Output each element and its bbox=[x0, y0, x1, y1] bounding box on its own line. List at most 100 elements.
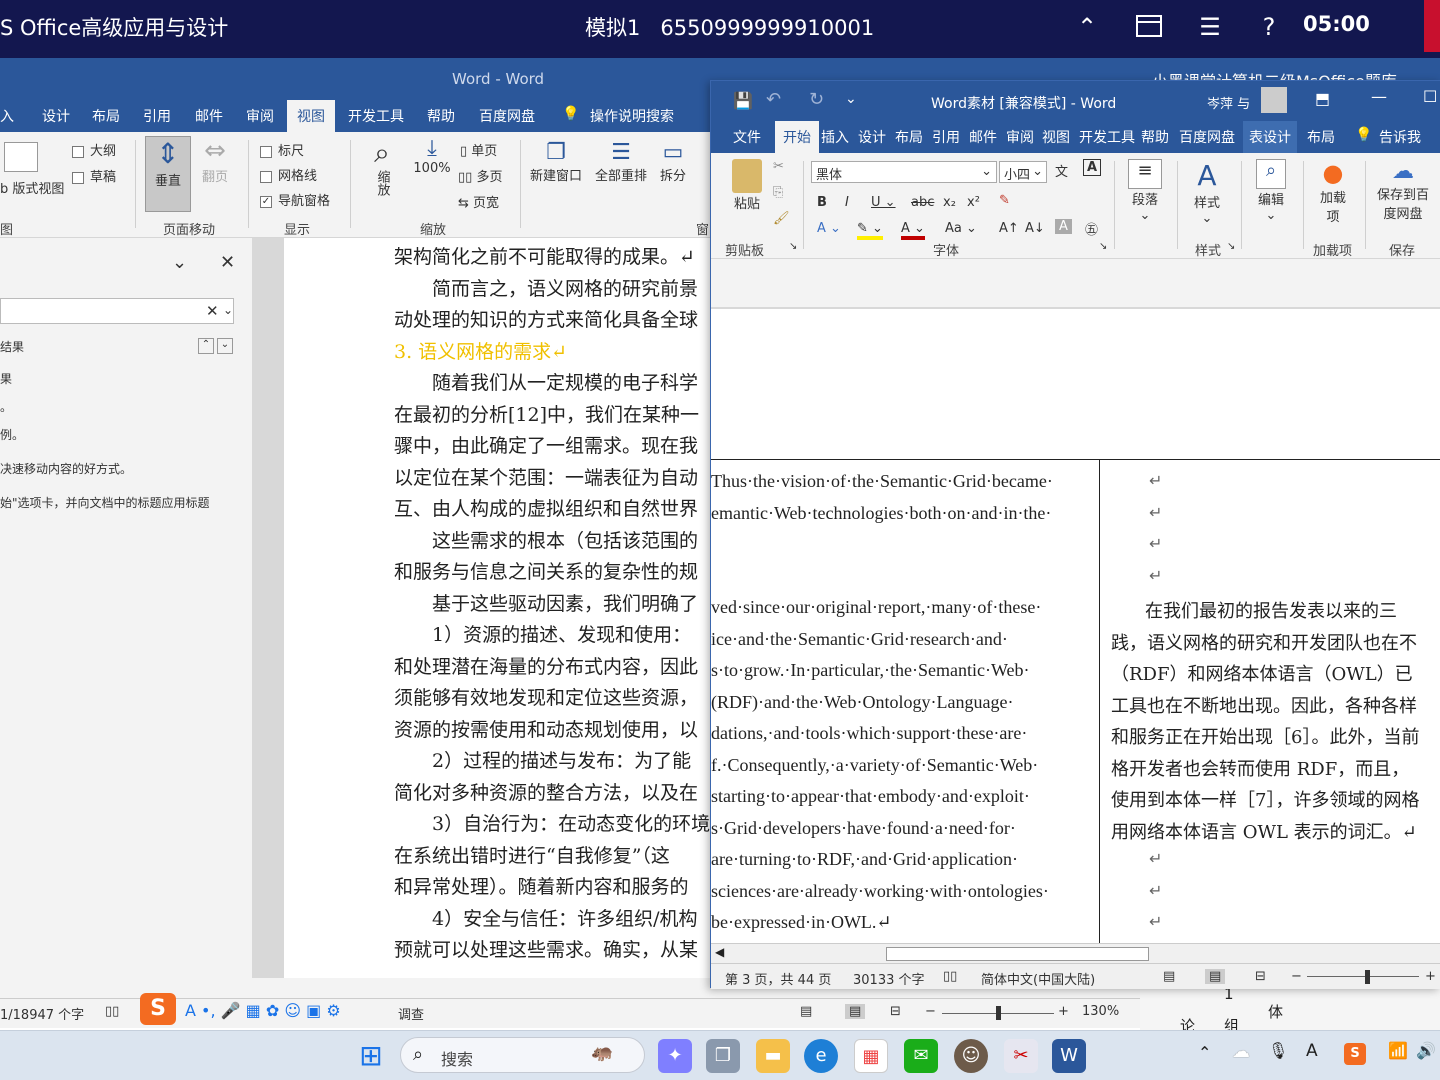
tab-table-design[interactable]: 表设计 bbox=[1243, 121, 1297, 153]
word-icon[interactable]: W bbox=[1052, 1039, 1086, 1073]
web-layout-icon[interactable] bbox=[4, 142, 38, 172]
superscript-button[interactable]: x² bbox=[967, 195, 980, 210]
task-view-icon[interactable]: ❐ bbox=[706, 1039, 740, 1073]
tab-references[interactable]: 引用 bbox=[143, 106, 171, 126]
lightbulb-icon[interactable]: 💡 bbox=[562, 106, 579, 122]
italic-button[interactable]: I bbox=[845, 195, 849, 210]
tab-developer[interactable]: 开发工具 bbox=[348, 106, 404, 126]
wifi-icon[interactable]: 📶 bbox=[1388, 1041, 1408, 1060]
copilot-icon[interactable]: ✦ bbox=[658, 1039, 692, 1073]
zoom-slider-thumb[interactable] bbox=[996, 1006, 1001, 1020]
chevron-up-icon[interactable]: ⌃ bbox=[1198, 1043, 1211, 1062]
font-icon[interactable]: A bbox=[1306, 1041, 1318, 1061]
tab-mailings[interactable]: 邮件 bbox=[969, 127, 997, 147]
undo-icon[interactable]: ↶ bbox=[766, 89, 781, 110]
chevron-down-icon[interactable]: ⌄ bbox=[172, 252, 187, 273]
scroll-thumb[interactable] bbox=[886, 947, 1149, 961]
highlight-button[interactable]: ✎ ⌄ bbox=[857, 221, 883, 240]
read-mode-icon[interactable]: ▤ bbox=[800, 1004, 812, 1019]
change-case-button[interactable]: Aa ⌄ bbox=[945, 221, 977, 236]
tell-me-search[interactable]: 操作说明搜索 bbox=[590, 106, 674, 126]
addins-button[interactable]: ● 加载项 bbox=[1311, 159, 1355, 225]
tell-me-search[interactable]: 告诉我 bbox=[1379, 127, 1421, 147]
book-icon[interactable]: ▯▯ bbox=[105, 1004, 119, 1019]
format-painter-icon[interactable]: 🖌 bbox=[773, 211, 790, 226]
arrange-all-button[interactable]: ☰ 全部重排 bbox=[595, 140, 647, 184]
next-result-icon[interactable]: ⌄ bbox=[217, 338, 233, 354]
vertical-button[interactable]: ⇕ 垂直 bbox=[145, 136, 191, 212]
zoom-level[interactable]: 130% bbox=[1082, 1004, 1119, 1019]
char-border-icon[interactable]: A bbox=[1083, 159, 1102, 176]
dialog-launcher-icon[interactable]: ↘ bbox=[1227, 241, 1235, 252]
multi-page-button[interactable]: ▯▯ 多页 bbox=[458, 166, 502, 185]
tab-layout[interactable]: 布局 bbox=[92, 106, 120, 126]
draft-button[interactable]: 草稿 bbox=[72, 166, 116, 185]
side-to-side-button[interactable]: ⇔ 翻页 bbox=[200, 136, 230, 185]
page-count[interactable]: 第 3 页，共 44 页 bbox=[725, 969, 831, 988]
mic-icon[interactable]: 🎙 bbox=[1268, 1041, 1288, 1060]
cloud-icon[interactable]: ☁ bbox=[1232, 1041, 1250, 1062]
tab-view[interactable]: 视图 bbox=[287, 100, 335, 132]
web-layout-icon[interactable]: ⊟ bbox=[890, 1004, 901, 1019]
tab-references[interactable]: 引用 bbox=[932, 127, 960, 147]
language[interactable]: 简体中文(中国大陆) bbox=[981, 969, 1095, 988]
tab-home[interactable]: 开始 bbox=[775, 121, 819, 153]
grow-font-icon[interactable]: A↑ bbox=[999, 221, 1019, 236]
zoom-out-icon[interactable]: − bbox=[925, 1004, 936, 1019]
window-icon[interactable] bbox=[1132, 10, 1166, 44]
lightbulb-icon[interactable]: 💡 bbox=[1355, 127, 1372, 143]
copy-icon[interactable]: ⎘ bbox=[773, 185, 783, 200]
zoom-in-icon[interactable]: + bbox=[1058, 1004, 1069, 1019]
font-color-button[interactable]: A ⌄ bbox=[901, 221, 925, 240]
strikethrough-button[interactable]: abc bbox=[911, 195, 934, 210]
zoom-button[interactable]: ⌕ 缩放 bbox=[362, 136, 402, 196]
scroll-left-icon[interactable]: ◀ bbox=[715, 945, 724, 959]
sogou-ime-icon[interactable]: S bbox=[140, 993, 176, 1025]
tab-mailings[interactable]: 邮件 bbox=[195, 106, 223, 126]
editing-button[interactable]: ⌕ 编辑 ⌄ bbox=[1249, 159, 1293, 223]
dialog-launcher-icon[interactable]: ↘ bbox=[1099, 241, 1107, 252]
snipping-icon[interactable]: ✂ bbox=[1004, 1039, 1038, 1073]
wechat-icon[interactable]: ✉ bbox=[904, 1039, 938, 1073]
list-icon[interactable]: ☰ bbox=[1193, 10, 1227, 44]
book-icon[interactable]: ▯▯ bbox=[943, 969, 957, 984]
tab-review[interactable]: 审阅 bbox=[246, 106, 274, 126]
save-icon[interactable]: 💾 bbox=[733, 91, 753, 110]
tab-help[interactable]: 帮助 bbox=[1141, 127, 1169, 147]
tab-design[interactable]: 设计 bbox=[858, 127, 886, 147]
gridlines-checkbox[interactable]: 网格线 bbox=[260, 165, 317, 184]
print-layout-icon[interactable]: ▤ bbox=[845, 1004, 866, 1019]
tab-insert[interactable]: 入 bbox=[0, 106, 14, 126]
tab-file[interactable]: 文件 bbox=[733, 127, 761, 147]
document-page[interactable]: 架构简化之前不可能取得的成果。↵ 简而言之，语义网格的研究前景 动处理的知识的方式… bbox=[284, 238, 714, 978]
styles-button[interactable]: A 样式 ⌄ bbox=[1185, 159, 1229, 226]
ime-toolbar[interactable]: A •, 🎤 ▦ ✿ ☺ ▣ ⚙ bbox=[185, 1001, 341, 1020]
maximize-icon[interactable]: ☐ bbox=[1423, 87, 1437, 106]
web-layout-icon[interactable]: ⊟ bbox=[1255, 969, 1266, 984]
minimize-icon[interactable]: — bbox=[1371, 87, 1387, 106]
tab-view[interactable]: 视图 bbox=[1042, 127, 1070, 147]
horizontal-scrollbar[interactable]: ◀ bbox=[711, 943, 1440, 963]
font-name-select[interactable]: 黑体 ⌄ bbox=[811, 161, 997, 183]
tab-developer[interactable]: 开发工具 bbox=[1079, 127, 1135, 147]
zoom-in-icon[interactable]: + bbox=[1425, 969, 1436, 984]
split-button[interactable]: ▭ 拆分 bbox=[660, 140, 686, 184]
font-size-select[interactable]: 小四 ⌄ bbox=[999, 161, 1047, 183]
ruler-checkbox[interactable]: 标尺 bbox=[260, 140, 304, 159]
tab-help[interactable]: 帮助 bbox=[427, 106, 455, 126]
store-icon[interactable]: ▦ bbox=[854, 1039, 888, 1073]
shrink-font-icon[interactable]: A↓ bbox=[1025, 221, 1045, 236]
bold-button[interactable]: B bbox=[817, 195, 827, 210]
tab-table-layout[interactable]: 布局 bbox=[1307, 127, 1335, 147]
windows-start-icon[interactable]: ⊞ bbox=[354, 1039, 388, 1073]
underline-button[interactable]: U ⌄ bbox=[871, 195, 896, 210]
nav-search-input[interactable]: ✕ ⌄ bbox=[0, 298, 234, 324]
print-layout-icon[interactable]: ▤ bbox=[1205, 969, 1226, 984]
avatar-app-icon[interactable]: ☺ bbox=[954, 1039, 988, 1073]
cut-icon[interactable]: ✂ bbox=[773, 159, 784, 174]
sogou-icon[interactable]: S bbox=[1344, 1043, 1366, 1065]
customize-qat-icon[interactable]: ⌄ bbox=[845, 91, 857, 107]
page-width-button[interactable]: ⇆ 页宽 bbox=[458, 192, 499, 211]
redo-icon[interactable]: ↻ bbox=[809, 89, 824, 110]
volume-icon[interactable]: 🔊 bbox=[1416, 1041, 1436, 1060]
